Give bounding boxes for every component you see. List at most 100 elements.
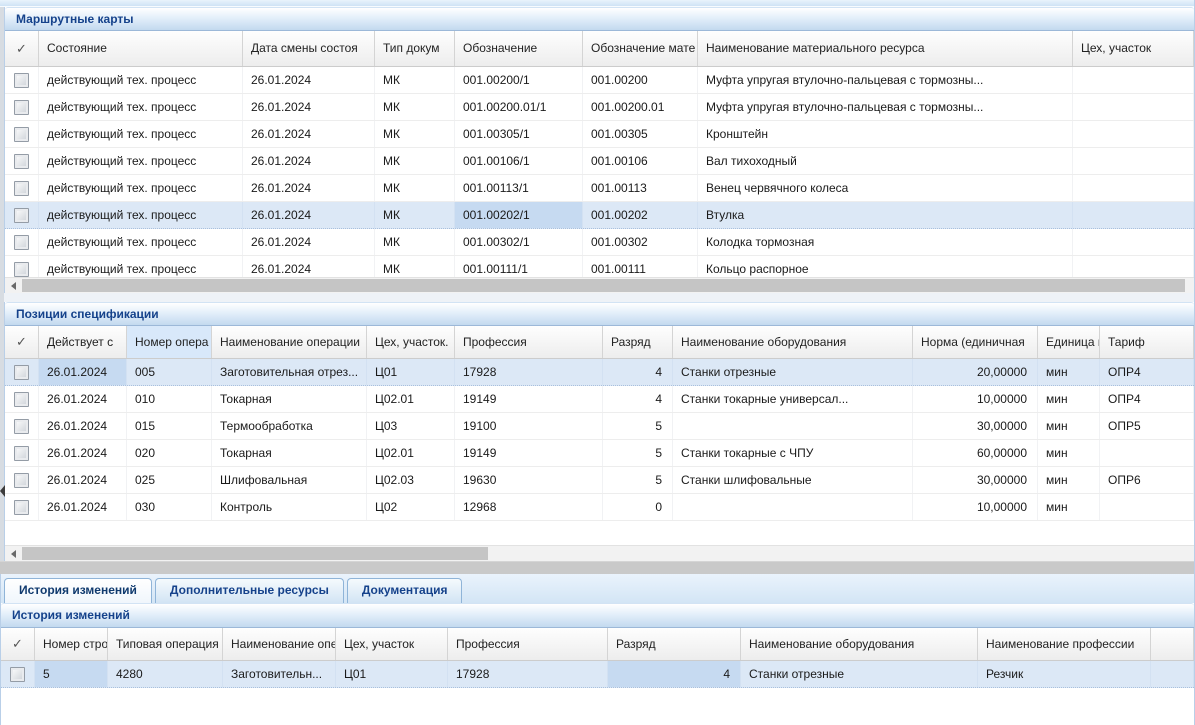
header-equipment[interactable]: Наименование оборудования bbox=[741, 628, 978, 660]
cell-effective-from[interactable]: 26.01.2024 bbox=[39, 386, 127, 412]
cell-op-name[interactable]: Заготовительн... bbox=[223, 661, 336, 687]
row-checkbox[interactable] bbox=[14, 473, 29, 488]
cell-doc-type[interactable]: МК bbox=[375, 94, 455, 120]
row-checkbox[interactable] bbox=[10, 667, 25, 682]
cell-op-name[interactable]: Токарная bbox=[212, 440, 367, 466]
cell-workshop[interactable] bbox=[1073, 202, 1194, 228]
cell-doc-type[interactable]: МК bbox=[375, 202, 455, 228]
header-profession-name[interactable]: Наименование профессии bbox=[978, 628, 1151, 660]
cell-mat-designation[interactable]: 001.00302 bbox=[583, 229, 698, 255]
cell-equipment[interactable]: Станки отрезные bbox=[673, 359, 913, 385]
cell-profession[interactable]: 19149 bbox=[455, 386, 603, 412]
cell-designation[interactable]: 001.00305/1 bbox=[455, 121, 583, 147]
header-op-number-sorted[interactable]: Номер опера bbox=[127, 326, 212, 358]
cell-doc-type[interactable]: МК bbox=[375, 148, 455, 174]
cell-unit[interactable]: мин bbox=[1038, 413, 1100, 439]
cell-designation-focused[interactable]: 001.00202/1 bbox=[455, 202, 583, 228]
cell-effective-from[interactable]: 26.01.2024 bbox=[39, 413, 127, 439]
scrollbar-thumb[interactable] bbox=[22, 279, 1185, 292]
cell-mat-name[interactable]: Кольцо распорное bbox=[698, 256, 1073, 277]
table-row[interactable]: действующий тех. процесс 26.01.2024 МК 0… bbox=[5, 67, 1194, 94]
cell-profession[interactable]: 19149 bbox=[455, 440, 603, 466]
cell-mat-designation[interactable]: 001.00200 bbox=[583, 67, 698, 93]
cell-effective-from[interactable]: 26.01.2024 bbox=[39, 494, 127, 520]
cell-profession[interactable]: 19630 bbox=[455, 467, 603, 493]
row-checkbox[interactable] bbox=[14, 127, 29, 142]
cell-op-number[interactable]: 030 bbox=[127, 494, 212, 520]
table-row-selected[interactable]: действующий тех. процесс 26.01.2024 МК 0… bbox=[5, 202, 1194, 229]
cell-workshop[interactable]: Ц01 bbox=[336, 661, 448, 687]
table-row[interactable]: 26.01.2024 030 Контроль Ц02 12968 0 10,0… bbox=[5, 494, 1194, 521]
cell-unit[interactable]: мин bbox=[1038, 467, 1100, 493]
cell-designation[interactable]: 001.00302/1 bbox=[455, 229, 583, 255]
cell-state[interactable]: действующий тех. процесс bbox=[39, 121, 243, 147]
cell-grade[interactable]: 5 bbox=[603, 440, 673, 466]
select-all-header[interactable]: ✓ bbox=[1, 628, 35, 660]
cell-date[interactable]: 26.01.2024 bbox=[243, 94, 375, 120]
scrollbar-thumb[interactable] bbox=[22, 547, 488, 560]
header-designation[interactable]: Обозначение bbox=[455, 31, 583, 66]
select-all-header[interactable]: ✓ bbox=[5, 326, 39, 358]
route-maps-horizontal-scrollbar[interactable] bbox=[5, 277, 1194, 293]
cell-op-number[interactable]: 010 bbox=[127, 386, 212, 412]
row-checkbox[interactable] bbox=[14, 262, 29, 277]
cell-profession[interactable]: 12968 bbox=[455, 494, 603, 520]
cell-unit[interactable]: мин bbox=[1038, 386, 1100, 412]
row-checkbox[interactable] bbox=[14, 154, 29, 169]
cell-grade[interactable]: 5 bbox=[603, 467, 673, 493]
header-norm[interactable]: Норма (единичная bbox=[913, 326, 1038, 358]
header-row-number[interactable]: Номер стро bbox=[35, 628, 108, 660]
table-row-clipped[interactable]: действующий тех. процесс 26.01.2024 МК 0… bbox=[5, 256, 1194, 277]
cell-designation[interactable]: 001.00200/1 bbox=[455, 67, 583, 93]
cell-grade[interactable]: 0 bbox=[603, 494, 673, 520]
cell-unit[interactable]: мин bbox=[1038, 359, 1100, 385]
cell-op-number[interactable]: 020 bbox=[127, 440, 212, 466]
cell-profession[interactable]: 17928 bbox=[448, 661, 608, 687]
cell-mat-designation[interactable]: 001.00106 bbox=[583, 148, 698, 174]
cell-date[interactable]: 26.01.2024 bbox=[243, 229, 375, 255]
tab-history[interactable]: История изменений bbox=[4, 578, 152, 603]
header-op-name[interactable]: Наименование опе bbox=[223, 628, 336, 660]
cell-mat-name[interactable]: Муфта упругая втулочно-пальцевая с тормо… bbox=[698, 94, 1073, 120]
cell-date[interactable]: 26.01.2024 bbox=[243, 121, 375, 147]
cell-date[interactable]: 26.01.2024 bbox=[243, 256, 375, 277]
cell-norm[interactable]: 30,00000 bbox=[913, 467, 1038, 493]
table-row[interactable]: действующий тех. процесс 26.01.2024 МК 0… bbox=[5, 94, 1194, 121]
header-effective-from[interactable]: Действует с bbox=[39, 326, 127, 358]
cell-mat-designation[interactable]: 001.00111 bbox=[583, 256, 698, 277]
row-checkbox[interactable] bbox=[14, 208, 29, 223]
table-row[interactable]: действующий тех. процесс 26.01.2024 МК 0… bbox=[5, 121, 1194, 148]
cell-tariff[interactable]: ОПР4 bbox=[1100, 359, 1194, 385]
row-checkbox[interactable] bbox=[14, 446, 29, 461]
cell-date[interactable]: 26.01.2024 bbox=[243, 202, 375, 228]
cell-op-number[interactable]: 015 bbox=[127, 413, 212, 439]
header-tariff[interactable]: Тариф bbox=[1100, 326, 1194, 358]
left-panel-collapse-handle[interactable] bbox=[0, 484, 5, 498]
row-checkbox[interactable] bbox=[14, 73, 29, 88]
header-op-name[interactable]: Наименование операции bbox=[212, 326, 367, 358]
cell-workshop[interactable]: Ц02 bbox=[367, 494, 455, 520]
cell-typical-op[interactable]: 4280 bbox=[108, 661, 223, 687]
header-workshop[interactable]: Цех, участок. bbox=[367, 326, 455, 358]
cell-designation[interactable]: 001.00113/1 bbox=[455, 175, 583, 201]
cell-equipment[interactable]: Станки токарные универсал... bbox=[673, 386, 913, 412]
cell-op-name[interactable]: Термообработка bbox=[212, 413, 367, 439]
cell-workshop[interactable]: Ц03 bbox=[367, 413, 455, 439]
cell-state[interactable]: действующий тех. процесс bbox=[39, 175, 243, 201]
cell-empty[interactable] bbox=[1151, 661, 1194, 687]
horizontal-splitter[interactable] bbox=[0, 561, 1194, 574]
cell-op-name[interactable]: Контроль bbox=[212, 494, 367, 520]
cell-doc-type[interactable]: МК bbox=[375, 175, 455, 201]
select-all-header[interactable]: ✓ bbox=[5, 31, 39, 66]
header-unit[interactable]: Единица и bbox=[1038, 326, 1100, 358]
table-row[interactable]: действующий тех. процесс 26.01.2024 МК 0… bbox=[5, 229, 1194, 256]
cell-workshop[interactable]: Ц02.03 bbox=[367, 467, 455, 493]
cell-date[interactable]: 26.01.2024 bbox=[243, 148, 375, 174]
scroll-left-button[interactable] bbox=[5, 278, 21, 293]
table-row[interactable]: действующий тех. процесс 26.01.2024 МК 0… bbox=[5, 175, 1194, 202]
header-mat-name[interactable]: Наименование материального ресурса bbox=[698, 31, 1073, 66]
cell-state[interactable]: действующий тех. процесс bbox=[39, 229, 243, 255]
cell-op-name[interactable]: Шлифовальная bbox=[212, 467, 367, 493]
cell-tariff[interactable] bbox=[1100, 440, 1194, 466]
header-equipment[interactable]: Наименование оборудования bbox=[673, 326, 913, 358]
